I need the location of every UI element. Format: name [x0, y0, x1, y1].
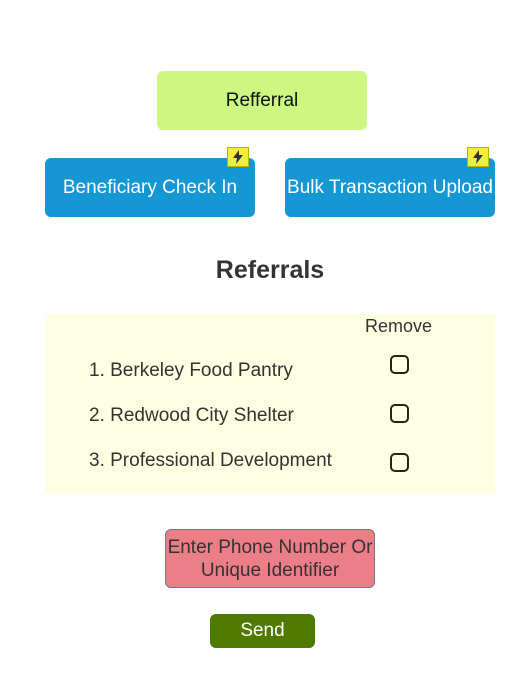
referrals-heading: Referrals [215, 256, 325, 284]
remove-checkbox[interactable] [390, 355, 409, 374]
remove-checkbox[interactable] [390, 404, 409, 423]
referral-item: 1. Berkeley Food Pantry [89, 360, 293, 381]
beneficiary-check-in-button[interactable]: Beneficiary Check In [45, 158, 255, 217]
remove-column-header: Remove [365, 316, 433, 336]
lightning-icon [467, 147, 489, 167]
referral-item: 2. Redwood City Shelter [89, 405, 294, 426]
phone-or-identifier-input[interactable]: Enter Phone Number Or Unique Identifier [165, 529, 375, 588]
lightning-icon [227, 147, 249, 167]
referral-button[interactable]: Refferral [157, 71, 367, 130]
remove-checkbox[interactable] [390, 453, 409, 472]
referral-item: 3. Professional Development [89, 450, 332, 471]
send-button[interactable]: Send [210, 614, 315, 648]
bulk-transaction-upload-button[interactable]: Bulk Transaction Upload [285, 158, 495, 217]
